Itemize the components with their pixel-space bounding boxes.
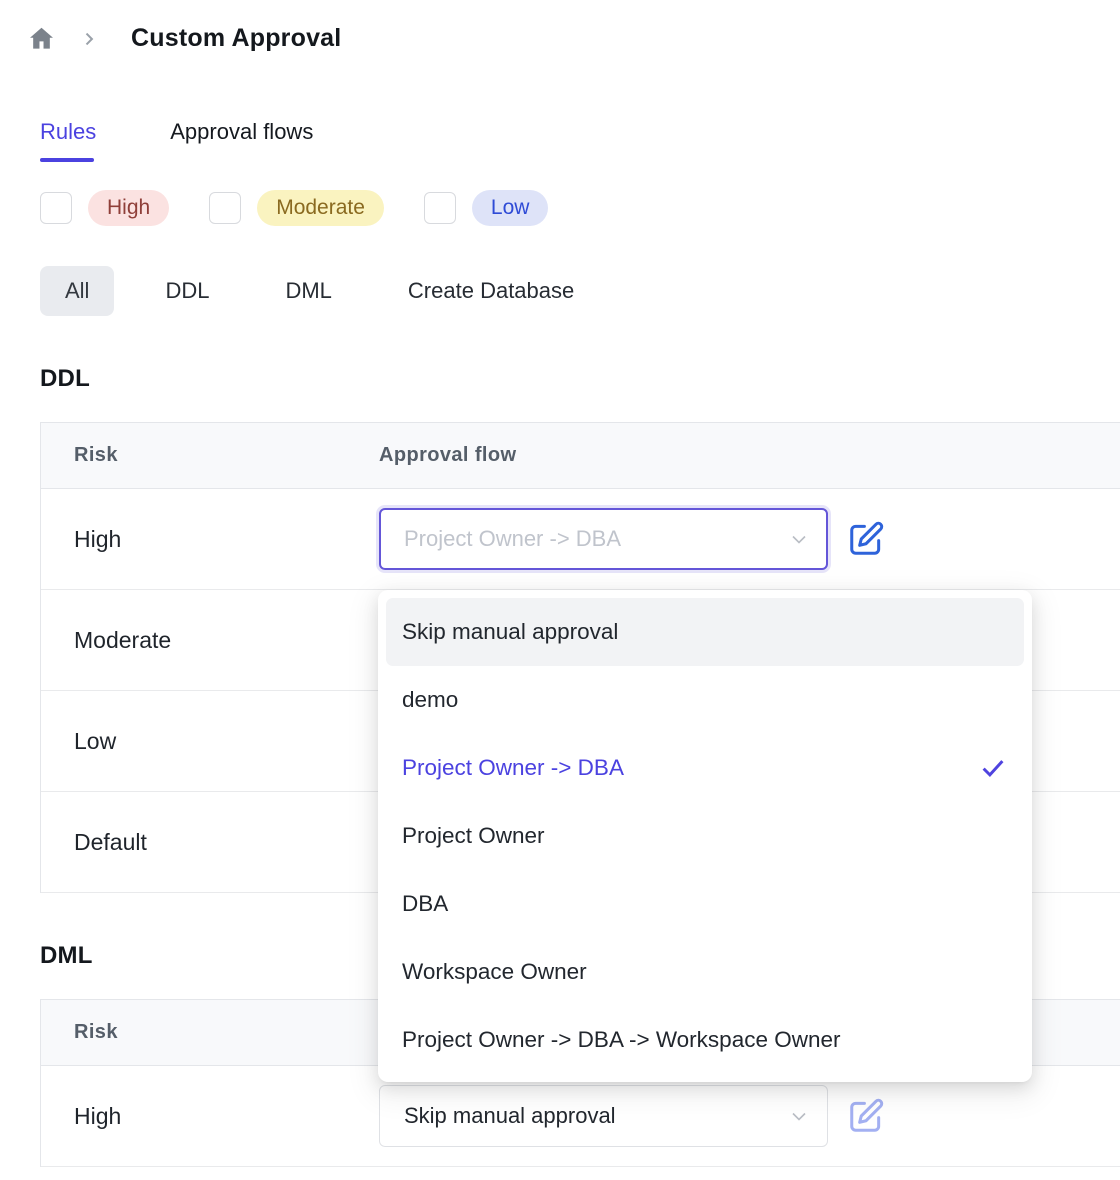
tab-bar: Rules Approval flows: [40, 119, 1120, 162]
high-badge[interactable]: High: [88, 190, 169, 226]
chevron-right-icon: [79, 29, 99, 49]
category-filter-row: All DDL DML Create Database: [40, 266, 1120, 316]
edit-flow-button[interactable]: [847, 520, 885, 558]
page-title: Custom Approval: [131, 24, 341, 53]
option-label: Skip manual approval: [402, 619, 618, 645]
breadcrumb: Custom Approval: [0, 0, 1120, 53]
option-label: DBA: [402, 891, 448, 917]
risk-column-header: Risk: [41, 444, 379, 467]
risk-filter-row: High Moderate Low: [40, 190, 1120, 226]
category-ddl[interactable]: DDL: [140, 266, 234, 316]
select-value: Skip manual approval: [404, 1103, 616, 1129]
risk-column-header: Risk: [41, 1021, 379, 1044]
risk-label: High: [41, 1103, 379, 1130]
dropdown-option-workspace-owner[interactable]: Workspace Owner: [386, 938, 1024, 1006]
option-label: Project Owner -> DBA -> Workspace Owner: [402, 1027, 841, 1053]
tab-rules[interactable]: Rules: [40, 119, 96, 162]
low-badge[interactable]: Low: [472, 190, 549, 226]
edit-flow-button[interactable]: [847, 1097, 885, 1135]
risk-label: Default: [41, 829, 379, 856]
dropdown-option-project-owner-dba[interactable]: Project Owner -> DBA: [386, 734, 1024, 802]
risk-label: High: [41, 526, 379, 553]
option-label: Project Owner -> DBA: [402, 755, 624, 781]
risk-label: Low: [41, 728, 379, 755]
table-row-ddl-high: High Project Owner -> DBA: [41, 489, 1120, 590]
category-create-database[interactable]: Create Database: [383, 266, 599, 316]
checkmark-icon: [978, 753, 1008, 783]
edit-pencil-icon: [847, 1123, 885, 1138]
risk-filter-high: High: [40, 190, 169, 226]
ddl-high-flow-select[interactable]: Project Owner -> DBA: [379, 508, 828, 570]
risk-filter-low: Low: [424, 190, 549, 226]
moderate-badge[interactable]: Moderate: [257, 190, 384, 226]
low-checkbox[interactable]: [424, 192, 456, 224]
category-all[interactable]: All: [40, 266, 114, 316]
ddl-section-title: DDL: [40, 362, 1120, 396]
dropdown-option-dba[interactable]: DBA: [386, 870, 1024, 938]
dml-high-flow-select[interactable]: Skip manual approval: [379, 1085, 828, 1147]
risk-label: Moderate: [41, 627, 379, 654]
chevron-down-icon: [787, 1104, 811, 1128]
category-dml[interactable]: DML: [260, 266, 356, 316]
ddl-table-header: Risk Approval flow: [41, 423, 1120, 489]
approval-flow-cell: Project Owner -> DBA: [379, 508, 885, 570]
select-value: Project Owner -> DBA: [404, 526, 621, 552]
risk-filter-moderate: Moderate: [209, 190, 384, 226]
dropdown-option-demo[interactable]: demo: [386, 666, 1024, 734]
approval-flow-column-header: Approval flow: [379, 444, 516, 467]
approval-flow-dropdown-menu: Skip manual approval demo Project Owner …: [378, 590, 1032, 1082]
option-label: Workspace Owner: [402, 959, 587, 985]
chevron-down-icon: [787, 527, 811, 551]
moderate-checkbox[interactable]: [209, 192, 241, 224]
edit-pencil-icon: [847, 546, 885, 561]
approval-flow-cell: Skip manual approval: [379, 1085, 885, 1147]
home-icon[interactable]: [28, 25, 55, 52]
dropdown-option-skip-manual-approval[interactable]: Skip manual approval: [386, 598, 1024, 666]
high-checkbox[interactable]: [40, 192, 72, 224]
dropdown-option-project-owner-dba-workspace-owner[interactable]: Project Owner -> DBA -> Workspace Owner: [386, 1006, 1024, 1074]
dropdown-option-project-owner[interactable]: Project Owner: [386, 802, 1024, 870]
tab-approval-flows[interactable]: Approval flows: [170, 119, 313, 162]
option-label: Project Owner: [402, 823, 545, 849]
option-label: demo: [402, 687, 458, 713]
